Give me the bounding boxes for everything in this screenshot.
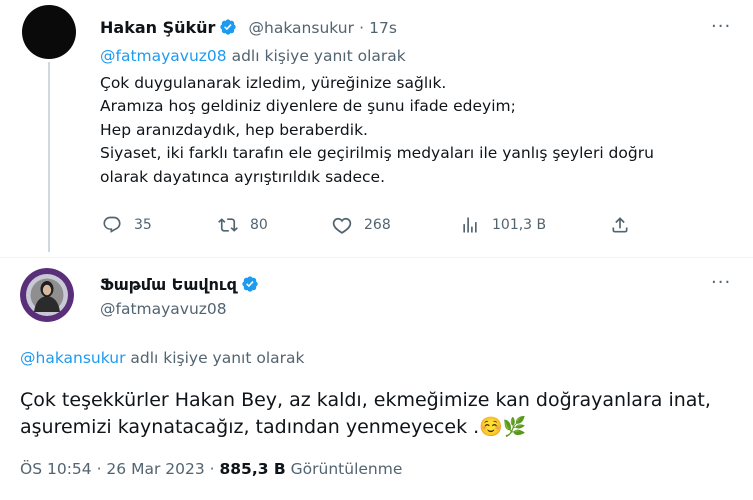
tweet-meta: ÖS 10:54 · 26 Mar 2023 · 885,3 B Görüntü… bbox=[20, 460, 402, 478]
timestamp[interactable]: 17s bbox=[369, 19, 397, 37]
tweet-line: olarak dayatınca ayrıştırıldık sadece. bbox=[100, 167, 386, 186]
avatar-image bbox=[20, 268, 74, 322]
reply-count: 35 bbox=[134, 217, 152, 233]
view-count: 101,3 B bbox=[492, 217, 547, 233]
retweet-icon bbox=[218, 218, 238, 232]
tweet-line-2: aşuremizi kaynatacağız, tadından yenmeye… bbox=[20, 414, 740, 441]
tweet-line: Aramıza hoş geldiniz diyenlere de şunu i… bbox=[100, 97, 516, 116]
like-button[interactable]: 268 bbox=[332, 215, 391, 235]
like-count: 268 bbox=[364, 217, 391, 233]
tweet-date[interactable]: 26 Mar 2023 bbox=[106, 460, 204, 478]
divider bbox=[0, 257, 753, 258]
separator: · bbox=[359, 19, 364, 37]
reply-context: @fatmayavuz08 adlı kişiye yanıt olarak bbox=[100, 47, 406, 65]
reply-to-link[interactable]: @hakansukur bbox=[20, 349, 125, 367]
tweet-actions: 35 80 268 101,3 B bbox=[100, 215, 640, 237]
author-handle[interactable]: @fatmayavuz08 bbox=[100, 300, 227, 318]
verified-badge-icon bbox=[220, 19, 237, 35]
reply-context-text: adlı kişiye yanıt olarak bbox=[226, 47, 406, 65]
share-icon bbox=[612, 217, 628, 233]
herb-emoji-icon: 🌿 bbox=[502, 416, 527, 438]
author-name[interactable]: Hakan Şükür bbox=[100, 18, 215, 37]
more-options-icon[interactable]: ··· bbox=[711, 272, 731, 293]
views-button[interactable]: 101,3 B bbox=[460, 215, 546, 235]
tweet-header: Hakan Şükür @hakansukur · 17s bbox=[100, 18, 397, 37]
tweet-line: Çok teşekkürler Hakan Bey, az kaldı, ekm… bbox=[20, 389, 711, 411]
share-button[interactable] bbox=[610, 215, 630, 235]
reply-button[interactable]: 35 bbox=[102, 215, 152, 235]
tweet-line: Hep aranızdaydık, hep beraberdik. bbox=[100, 120, 368, 139]
more-options-icon[interactable]: ··· bbox=[711, 16, 731, 37]
tweet-line: Siyaset, iki farklı tarafın ele geçirilm… bbox=[100, 144, 654, 163]
reply-to-link[interactable]: @fatmayavuz08 bbox=[100, 47, 227, 65]
separator: · bbox=[91, 460, 107, 478]
tweet-line: Çok duygulanarak izledim, yüreğinize sağ… bbox=[100, 74, 447, 92]
avatar[interactable] bbox=[20, 268, 74, 322]
tweet-text: Çok teşekkürler Hakan Bey, az kaldı, ekm… bbox=[20, 387, 740, 441]
tweet-header: Ֆաթմա Եավուզ bbox=[100, 275, 259, 294]
retweet-button[interactable]: 80 bbox=[218, 215, 268, 235]
tweet-text: Çok duygulanarak izledim, yüreğinize sağ… bbox=[100, 72, 720, 189]
author-name[interactable]: Ֆաթմա Եավուզ bbox=[100, 275, 237, 294]
views-count: 885,3 B bbox=[219, 460, 286, 478]
reply-context: @hakansukur adlı kişiye yanıt olarak bbox=[20, 349, 305, 367]
heart-icon bbox=[332, 217, 352, 234]
separator: · bbox=[204, 460, 220, 478]
analytics-icon bbox=[463, 217, 477, 233]
thread-line bbox=[48, 62, 50, 252]
tweet-line: aşuremizi kaynatacağız, tadından yenmeye… bbox=[20, 416, 480, 438]
reply-context-text: adlı kişiye yanıt olarak bbox=[125, 349, 305, 367]
views-label: Görüntülenme bbox=[285, 460, 403, 478]
smiling-face-emoji-icon: ☺️ bbox=[479, 416, 503, 438]
reply-icon bbox=[103, 216, 121, 233]
author-handle[interactable]: @hakansukur bbox=[249, 19, 354, 37]
avatar[interactable] bbox=[22, 5, 76, 59]
verified-badge-icon bbox=[242, 276, 258, 292]
tweet-time[interactable]: ÖS 10:54 bbox=[20, 460, 92, 478]
retweet-count: 80 bbox=[250, 217, 268, 233]
